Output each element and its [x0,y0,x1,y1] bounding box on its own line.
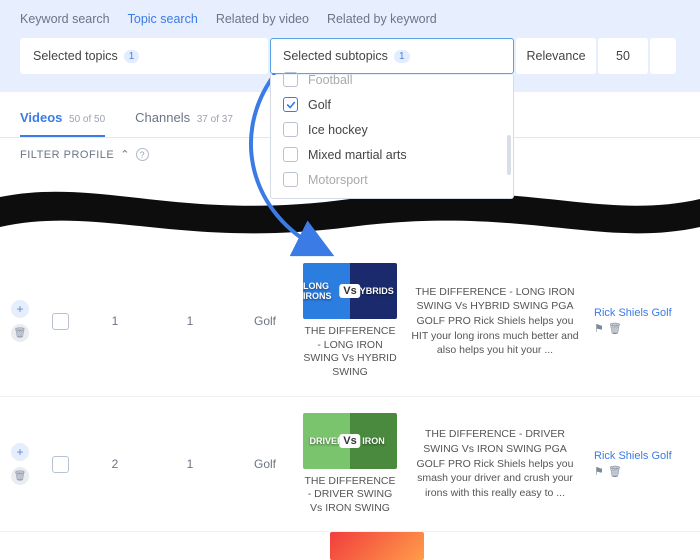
delete-icon[interactable]: 🗑 [608,465,622,478]
dropdown-scrollbar[interactable] [507,135,511,175]
result-row: + 🗑 1 1 Golf LONG IRONS HYBRIDS Vs THE D… [0,247,700,397]
checkbox-icon [283,72,298,87]
add-button[interactable]: + [11,300,29,318]
subtopic-label: Golf [308,98,331,112]
tab-videos[interactable]: Videos 50 of 50 [20,110,105,137]
channel-link[interactable]: Rick Shiels Golf [594,307,672,319]
row-actions: + 🗑 [0,443,40,485]
video-thumbnail[interactable]: DRIVER IRON Vs [303,413,397,469]
row-checkbox[interactable] [52,313,69,330]
selected-topics-dropdown[interactable]: Selected topics 1 [20,38,268,74]
row-actions: + 🗑 [0,300,40,342]
filter-end-control[interactable] [650,38,676,74]
video-title[interactable]: THE DIFFERENCE - DRIVER SWING Vs IRON SW… [300,475,400,516]
filter-profile-label: FILTER PROFILE [20,149,114,161]
subtopic-option[interactable]: Ice hockey [271,117,513,142]
help-icon[interactable]: ? [136,148,149,161]
subtopic-option[interactable]: Mixed martial arts [271,142,513,167]
selected-subtopics-dropdown[interactable]: Selected subtopics 1 Football Golf Ice h… [270,38,514,74]
checkbox-icon [283,172,298,187]
subtopic-label: Ice hockey [308,123,368,137]
tab-keyword-search[interactable]: Keyword search [20,12,110,26]
checkbox-icon [283,147,298,162]
checkbox-icon [283,122,298,137]
row-checkbox-cell [40,456,80,473]
tab-channels[interactable]: Channels 37 of 37 [135,110,233,137]
row-video-cell: DRIVER IRON Vs THE DIFFERENCE - DRIVER S… [300,413,400,516]
tab-related-keyword[interactable]: Related by keyword [327,12,437,26]
delete-icon[interactable]: 🗑 [608,322,622,335]
video-description: THE DIFFERENCE - LONG IRON SWING Vs HYBR… [400,285,590,358]
channel-link[interactable]: Rick Shiels Golf [594,450,672,462]
add-button[interactable]: + [11,443,29,461]
subtopics-dropdown-panel: Football Golf Ice hockey Mixed martial a… [270,75,514,199]
selected-topics-label: Selected topics [33,49,118,63]
subtopic-label: Football [308,73,352,87]
channel-cell: Rick Shiels Golf ⚑ 🗑 [590,450,682,478]
subtopic-option[interactable]: Motorsport [271,167,513,192]
subtopic-option-golf[interactable]: Golf [271,92,513,117]
row-col1: 1 [80,314,150,328]
subtopic-option[interactable]: Football [271,67,513,92]
sort-dropdown[interactable]: Relevance [516,38,596,74]
subtopic-label: Motorsport [308,173,368,187]
result-row: + 🗑 2 1 Golf DRIVER IRON Vs THE DIFFEREN… [0,397,700,533]
tab-channels-count: 37 of 37 [197,114,233,125]
remove-button[interactable]: 🗑 [11,467,29,485]
video-thumbnail[interactable]: LONG IRONS HYBRIDS Vs [303,263,397,319]
flag-icon[interactable]: ⚑ [594,322,604,335]
row-col2: 1 [150,457,230,471]
sort-label: Relevance [526,49,585,63]
tab-videos-label: Videos [20,110,62,125]
row-video-cell: LONG IRONS HYBRIDS Vs THE DIFFERENCE - L… [300,263,400,380]
flag-icon[interactable]: ⚑ [594,465,604,478]
selected-subtopics-label: Selected subtopics [283,49,388,63]
row-topic: Golf [230,457,300,471]
remove-button[interactable]: 🗑 [11,324,29,342]
vs-badge: Vs [339,284,360,298]
tab-videos-count: 50 of 50 [69,114,105,125]
search-type-tabs: Keyword search Topic search Related by v… [20,12,680,26]
topics-count-badge: 1 [124,50,140,63]
subtopics-count-badge: 1 [394,50,410,63]
row-col1: 2 [80,457,150,471]
vs-badge: Vs [339,434,360,448]
filter-row: Selected topics 1 Selected subtopics 1 F… [20,38,680,74]
top-filter-area: Keyword search Topic search Related by v… [0,0,700,92]
pagesize-value: 50 [616,49,630,63]
video-title[interactable]: THE DIFFERENCE - LONG IRON SWING Vs HYBR… [300,325,400,380]
chevron-up-icon: ⌃ [120,148,130,161]
channel-cell: Rick Shiels Golf ⚑ 🗑 [590,307,682,335]
checkbox-checked-icon [283,97,298,112]
tab-topic-search[interactable]: Topic search [128,12,198,26]
video-thumbnail-partial[interactable] [330,532,424,560]
row-topic: Golf [230,314,300,328]
pagesize-dropdown[interactable]: 50 [598,38,648,74]
row-checkbox[interactable] [52,456,69,473]
subtopic-label: Mixed martial arts [308,148,407,162]
row-col2: 1 [150,314,230,328]
tab-channels-label: Channels [135,110,190,125]
tab-related-video[interactable]: Related by video [216,12,309,26]
row-checkbox-cell [40,313,80,330]
video-description: THE DIFFERENCE - DRIVER SWING Vs IRON SW… [400,427,590,500]
